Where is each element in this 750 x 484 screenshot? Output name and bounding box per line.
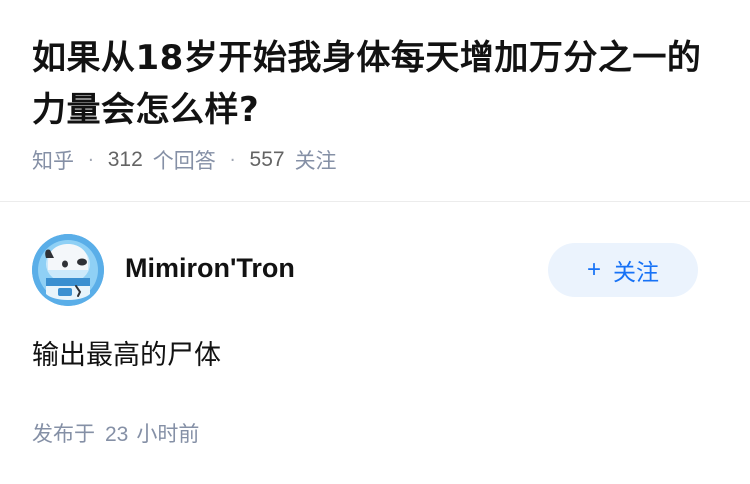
page: 如果从18岁开始我身体每天增加万分之一的力量会怎么样? 知乎 · 312 个回答…	[0, 0, 750, 484]
follower-count: 557	[249, 148, 285, 171]
plus-icon: +	[586, 256, 601, 283]
question-header: 如果从18岁开始我身体每天增加万分之一的力量会怎么样? 知乎 · 312 个回答…	[0, 0, 750, 202]
meta-separator: ·	[88, 149, 94, 171]
answer-count-label: 个回答	[152, 149, 216, 173]
publish-unit: 小时前	[136, 422, 200, 446]
avatar[interactable]	[32, 234, 104, 306]
answer-count: 312	[107, 148, 143, 171]
follow-button-label: 关注	[613, 260, 659, 286]
source-label[interactable]: 知乎	[32, 145, 74, 175]
astronaut-avatar-icon	[32, 234, 104, 306]
follow-button[interactable]: + 关注	[548, 243, 698, 297]
answer-content[interactable]: 输出最高的尸体	[32, 336, 221, 376]
meta-separator: ·	[229, 149, 236, 171]
question-title[interactable]: 如果从18岁开始我身体每天增加万分之一的力量会怎么样?	[32, 32, 722, 136]
author-name[interactable]: Mimiron'Tron	[125, 250, 295, 286]
question-meta: 知乎 · 312 个回答 · 557 关注	[32, 143, 337, 177]
follower-count-label: 关注	[294, 149, 337, 173]
publish-value: 23	[105, 423, 129, 446]
answer-publish-time[interactable]: 发布于 23 小时前	[32, 418, 199, 451]
publish-prefix: 发布于	[32, 422, 95, 446]
